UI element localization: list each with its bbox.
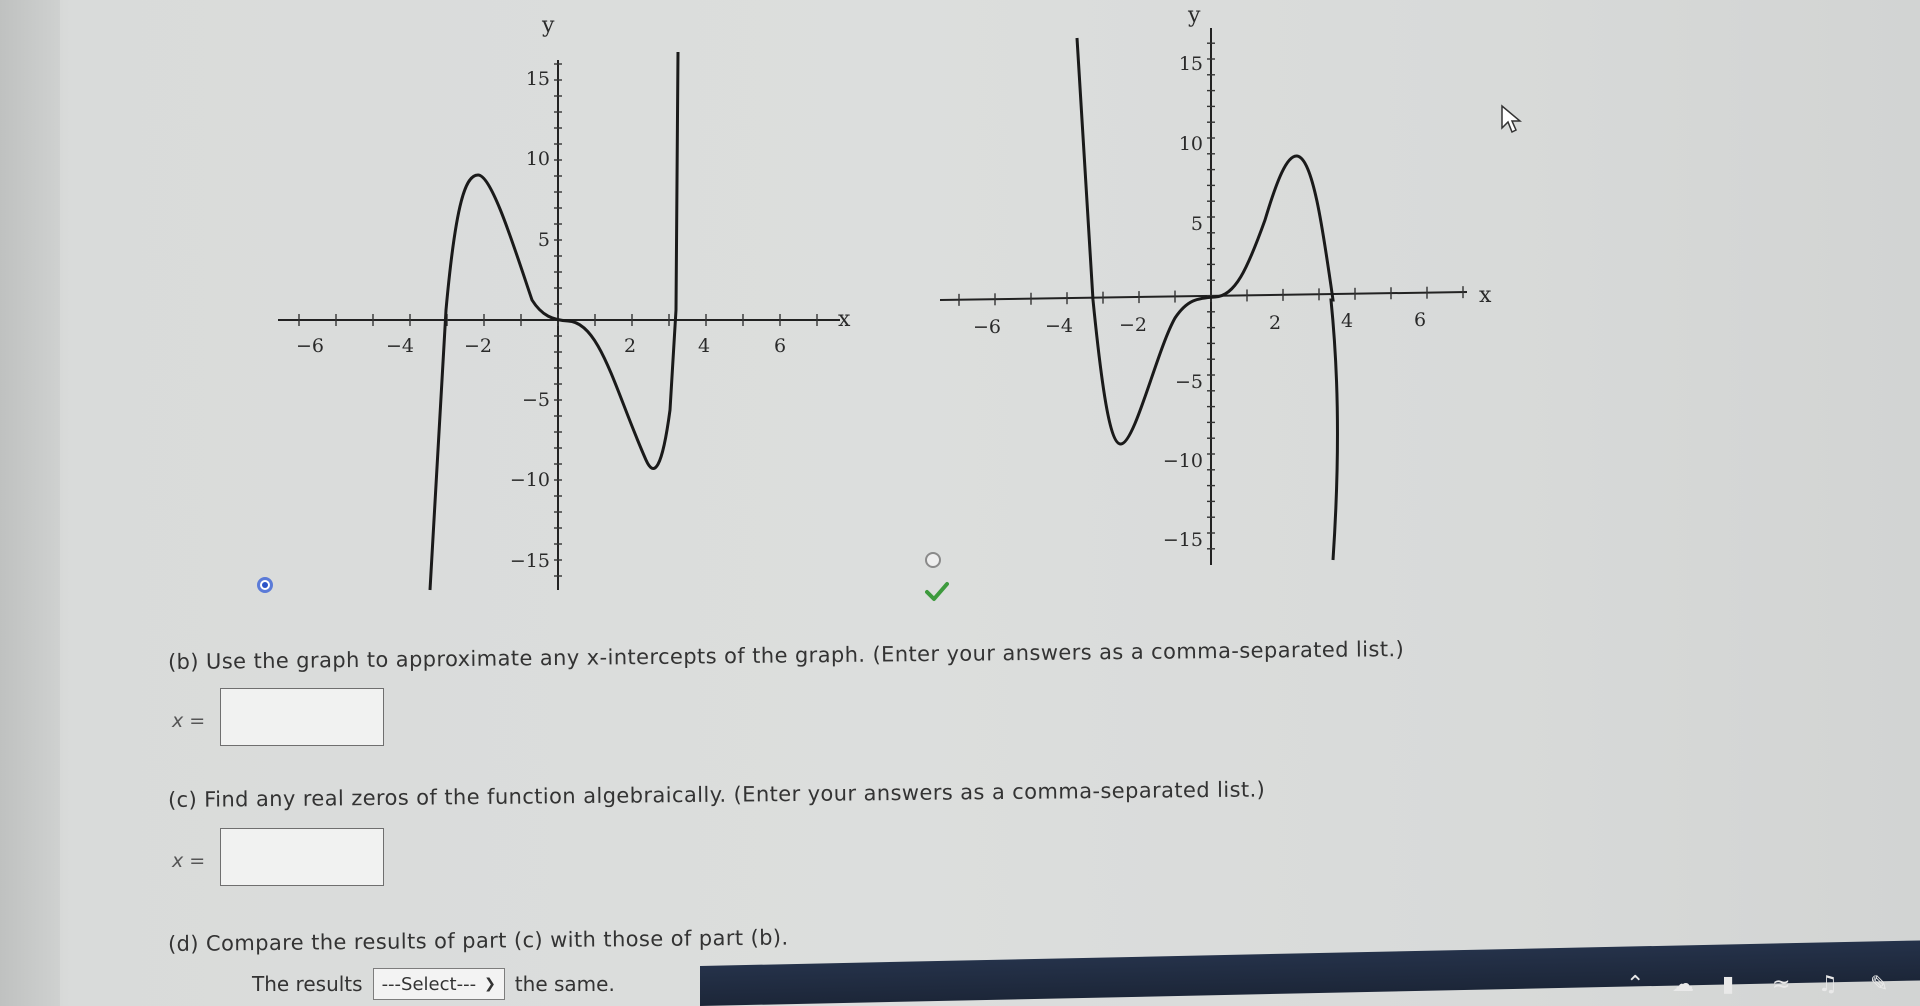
part-d-suffix: the same.: [514, 972, 615, 996]
graph-left-axes: [278, 60, 840, 590]
graph-right-ytick-1: 15: [1179, 53, 1203, 75]
graph-right-y-axis-label: y: [1187, 3, 1201, 28]
battery-icon[interactable]: ▮: [1722, 972, 1734, 997]
graph-left-xtick-4: 2: [624, 335, 636, 357]
part-b-x-label: x =: [172, 710, 206, 732]
chevron-up-icon[interactable]: ⌃: [1626, 972, 1644, 997]
graph-right-xtick-1: −6: [973, 316, 1001, 338]
wifi-icon[interactable]: ≈: [1772, 972, 1790, 997]
graph-left: x y −6 −4 −2 2 4 6 15 10 5 −5 −10 −15: [278, 13, 851, 591]
graph-left-xtick-3: −2: [464, 335, 492, 357]
graph-right-ytick-4: −5: [1175, 371, 1203, 393]
graph-right-axes: [939, 28, 1468, 565]
mouse-cursor-icon: [1501, 104, 1522, 134]
graph-option-1-radio[interactable]: [257, 577, 273, 593]
graph-left-xtick-1: −6: [296, 335, 324, 357]
graph-right-ytick-5: −10: [1163, 450, 1203, 472]
graph-left-ytick-6: −15: [510, 550, 550, 572]
taskbar: [700, 940, 1920, 1006]
graph-right-xtick-6: 6: [1414, 309, 1426, 331]
graph-right-xtick-5: 4: [1341, 310, 1353, 332]
part-b-answer-input[interactable]: [220, 688, 384, 746]
part-b-question: (b) Use the graph to approximate any x-i…: [167, 637, 1405, 674]
chevron-down-icon: ❯: [484, 976, 496, 992]
part-c-x-label: x =: [172, 850, 206, 872]
part-d-select[interactable]: ---Select--- ❯: [372, 968, 505, 1000]
pen-icon[interactable]: ✎: [1870, 972, 1888, 997]
graph-left-ytick-1: 15: [526, 68, 550, 90]
part-d-question: (d) Compare the results of part (c) with…: [167, 925, 789, 956]
graph-right-ytick-2: 10: [1179, 133, 1203, 155]
graph-left-ytick-2: 10: [526, 148, 550, 170]
graph-left-xtick-5: 4: [698, 335, 710, 357]
cloud-icon[interactable]: ☁: [1672, 972, 1694, 997]
part-d-select-value: ---Select---: [381, 973, 477, 995]
graph-left-ytick-4: −5: [522, 389, 550, 411]
graph-left-xtick-6: 6: [774, 335, 786, 357]
part-d-prefix: The results: [252, 972, 363, 996]
part-c-question: (c) Find any real zeros of the function …: [167, 777, 1266, 812]
graph-right-curve: [1075, 37, 1339, 561]
graph-right-x-axis-label: x: [1479, 283, 1492, 308]
part-d-results-row: The results ---Select--- ❯ the same.: [252, 968, 615, 1000]
part-c-answer-input[interactable]: [220, 828, 384, 886]
graph-right-ytick-3: 5: [1191, 213, 1203, 235]
graph-left-ytick-5: −10: [510, 469, 550, 491]
graph-left-y-axis-label: y: [541, 13, 555, 38]
graph-left-ytick-3: 5: [538, 229, 550, 251]
graph-left-x-axis-label: x: [838, 307, 851, 332]
speaker-muted-icon[interactable]: ♫: [1818, 972, 1838, 997]
graph-right-ytick-6: −15: [1163, 529, 1203, 551]
page: x y −6 −4 −2 2 4 6 15 10 5 −5 −10 −15 x …: [0, 0, 1920, 1006]
graph-right-xtick-2: −4: [1045, 315, 1073, 337]
left-edge: [0, 0, 60, 1006]
graph-right-xtick-4: 2: [1269, 312, 1281, 334]
graph-right-xtick-3: −2: [1119, 314, 1147, 336]
graph-right: x y −6 −4 −2 2 4 6 15 10 5 −5 −10 −15: [939, 3, 1492, 565]
graph-option-2-radio[interactable]: [925, 552, 941, 568]
graph-left-xtick-2: −4: [386, 335, 414, 357]
correct-check-icon: [925, 582, 949, 601]
